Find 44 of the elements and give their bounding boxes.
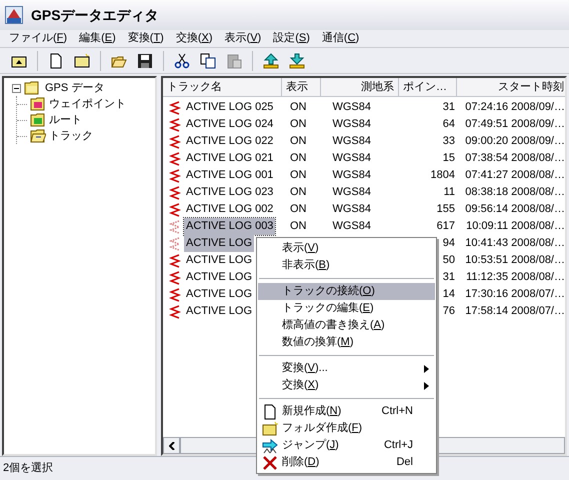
table-cell-text: WGS84	[332, 100, 371, 116]
table-cell-text: 31	[442, 270, 455, 286]
table-cell-text: WGS84	[332, 219, 371, 234]
table-cell-text: WGS84	[332, 185, 371, 200]
table-cell-text: 07:38:54 2008/08/…	[465, 151, 565, 166]
table-cell-text: WGS84	[332, 202, 371, 218]
table-cell-text: 50	[442, 253, 455, 268]
table-cell-text: 07:49:51 2008/09/…	[465, 117, 565, 132]
table-cell-text: 09:56:14 2008/08/…	[465, 202, 565, 218]
table-cell-text: 17:30:16 2008/07/…	[465, 287, 565, 302]
table-cell-text: 08:38:18 2008/08/…	[465, 185, 565, 200]
table-cell-text: 07:41:27 2008/08/…	[465, 168, 565, 184]
table-cell-text: ON	[290, 151, 306, 166]
table-cell-text: 10:53:51 2008/08/…	[465, 253, 565, 268]
table-cell-text: 33	[442, 134, 455, 150]
table-cell-text: 11	[444, 185, 455, 200]
table-cell-text: ON	[290, 185, 306, 200]
table-cell-text: ON	[290, 117, 306, 132]
table-cell-text: ON	[290, 219, 306, 234]
table-cell-text: ON	[290, 168, 306, 184]
table-cell-text: WGS84	[332, 117, 371, 132]
table-cell-text: 76	[442, 304, 455, 320]
table-cell-text: 617	[436, 219, 455, 234]
table-cell-text: 14	[442, 287, 455, 302]
table-cell-text: WGS84	[332, 168, 371, 184]
table-cell-text: 31	[442, 100, 455, 116]
table-cell-text: 11:12:35 2008/08/…	[466, 270, 565, 286]
table-cell-text: 94	[442, 236, 455, 252]
table-cell-text: 09:00:20 2008/09/…	[465, 134, 565, 150]
table-cell-text: WGS84	[332, 151, 371, 166]
table-cell-text: ON	[290, 202, 306, 218]
table-cell-text: 10:09:11 2008/08/…	[466, 219, 565, 234]
status-text: 2個を選択	[3, 461, 54, 476]
table-cell-text: 10:41:43 2008/08/…	[465, 236, 565, 252]
table-cell-text: 15	[442, 151, 455, 166]
table-cell-text: 17:58:14 2008/07/…	[465, 304, 565, 320]
table-cell-text: 155	[436, 202, 455, 218]
table-cell-text: 64	[442, 117, 455, 132]
table-cell-text: ON	[290, 100, 306, 116]
window-title: GPSデータエディタ	[31, 6, 159, 24]
table-cell-text: 1804	[430, 168, 455, 184]
table-cell-text: ON	[290, 134, 306, 150]
table-cell-text: 07:24:16 2008/09/…	[465, 100, 565, 116]
table-cell-text: WGS84	[332, 134, 371, 150]
